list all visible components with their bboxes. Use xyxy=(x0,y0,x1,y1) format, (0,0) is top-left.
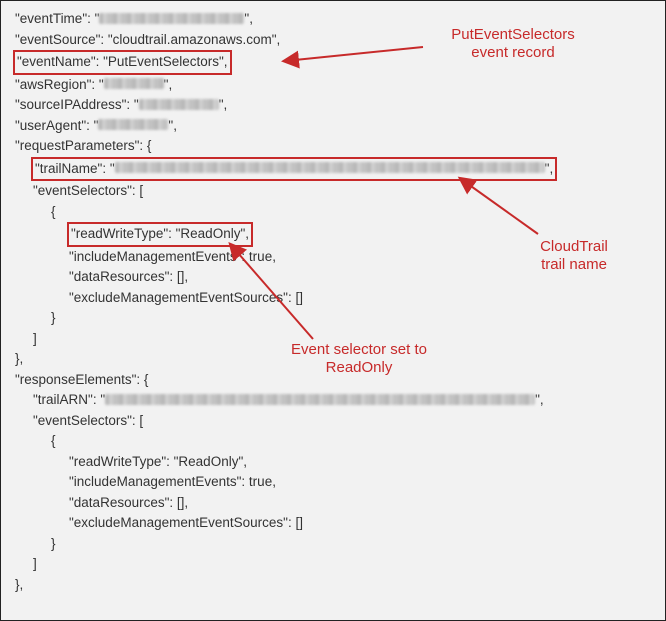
annotation-readonly: Event selector set to ReadOnly xyxy=(269,341,449,377)
annotation-text: trail name xyxy=(541,256,607,273)
line-closeBrace1: } xyxy=(15,308,655,329)
text-end: ", xyxy=(168,118,177,133)
text-eventSource: "eventSource": "cloudtrail.amazonaws.com… xyxy=(15,32,280,47)
line-includeMgmt2: "includeManagementEvents": true, xyxy=(15,472,655,493)
text-requestParams: "requestParameters": { xyxy=(15,138,151,153)
line-eventSelectors2: "eventSelectors": [ xyxy=(15,411,655,432)
line-trailName: "trailName": " ", xyxy=(15,157,655,182)
text-trailARN: "trailARN": " xyxy=(33,392,105,407)
text-closeBracket: ] xyxy=(33,331,37,346)
line-dataResources2: "dataResources": [], xyxy=(15,493,655,514)
text-closeBrace2: } xyxy=(51,536,56,551)
annotation-text: ReadOnly xyxy=(326,359,393,376)
text-userAgent: "userAgent": " xyxy=(15,118,98,133)
annotation-text: PutEventSelectors xyxy=(451,26,574,43)
text-eventName: "eventName": "PutEventSelectors", xyxy=(17,54,228,69)
annotation-text: event record xyxy=(471,44,554,61)
annotation-text: CloudTrail xyxy=(540,238,608,255)
json-code-block: "eventTime": " ", "eventSource": "cloudtr… xyxy=(1,1,665,603)
annotation-puteventselectors: PutEventSelectors event record xyxy=(428,26,598,62)
line-closeRespElems: }, xyxy=(15,575,655,596)
line-trailARN: "trailARN": " ", xyxy=(15,390,655,411)
text-includeMgmt2: "includeManagementEvents": true, xyxy=(69,474,276,489)
redacted-value xyxy=(98,119,168,130)
text-end: ", xyxy=(244,11,253,26)
line-readWriteType2: "readWriteType": "ReadOnly", xyxy=(15,452,655,473)
annotation-cloudtrail-trailname: CloudTrail trail name xyxy=(519,238,629,274)
text-closeBracket2: ] xyxy=(33,556,37,571)
text-awsRegion: "awsRegion": " xyxy=(15,77,104,92)
text-closeBraceComma: }, xyxy=(15,351,23,366)
text-includeMgmt: "includeManagementEvents": true, xyxy=(69,249,276,264)
redacted-value xyxy=(105,394,535,405)
line-excludeMgmt: "excludeManagementEventSources": [] xyxy=(15,288,655,309)
text-excludeMgmt: "excludeManagementEventSources": [] xyxy=(69,290,303,305)
text-end: ", xyxy=(545,161,554,176)
text-closeBrace: } xyxy=(51,310,56,325)
line-closeBracket2: ] xyxy=(15,554,655,575)
text-sourceIP: "sourceIPAddress": " xyxy=(15,97,139,112)
text-eventTime: "eventTime": " xyxy=(15,11,99,26)
redacted-value xyxy=(99,13,244,24)
text-responseElements: "responseElements": { xyxy=(15,372,148,387)
line-userAgent: "userAgent": " ", xyxy=(15,116,655,137)
text-end: ", xyxy=(219,97,228,112)
text-dataResources: "dataResources": [], xyxy=(69,269,188,284)
text-end: ", xyxy=(164,77,173,92)
text-dataResources2: "dataResources": [], xyxy=(69,495,188,510)
highlight-box-trailName: "trailName": " ", xyxy=(31,157,557,182)
redacted-value xyxy=(104,78,164,89)
redacted-value xyxy=(115,162,545,173)
line-excludeMgmt2: "excludeManagementEventSources": [] xyxy=(15,513,655,534)
line-awsRegion: "awsRegion": " ", xyxy=(15,75,655,96)
line-openBrace2: { xyxy=(15,431,655,452)
text-openBrace: { xyxy=(51,204,56,219)
line-requestParameters: "requestParameters": { xyxy=(15,136,655,157)
highlight-box-eventName: "eventName": "PutEventSelectors", xyxy=(13,50,232,75)
line-closeBrace2: } xyxy=(15,534,655,555)
text-openBrace2: { xyxy=(51,433,56,448)
text-eventSelectors: "eventSelectors": [ xyxy=(33,183,143,198)
text-eventSelectors2: "eventSelectors": [ xyxy=(33,413,143,428)
line-sourceIP: "sourceIPAddress": " ", xyxy=(15,95,655,116)
line-openBrace: { xyxy=(15,202,655,223)
highlight-box-readWriteType: "readWriteType": "ReadOnly", xyxy=(67,222,253,247)
line-eventSelectors: "eventSelectors": [ xyxy=(15,181,655,202)
text-end: ", xyxy=(535,392,544,407)
text-excludeMgmt2: "excludeManagementEventSources": [] xyxy=(69,515,303,530)
text-readWriteType: "readWriteType": "ReadOnly", xyxy=(71,226,249,241)
text-readWriteType2: "readWriteType": "ReadOnly", xyxy=(69,454,247,469)
annotation-text: Event selector set to xyxy=(291,341,427,358)
redacted-value xyxy=(139,99,219,110)
text-trailName: "trailName": " xyxy=(35,161,115,176)
text-closeBraceComma2: }, xyxy=(15,577,23,592)
